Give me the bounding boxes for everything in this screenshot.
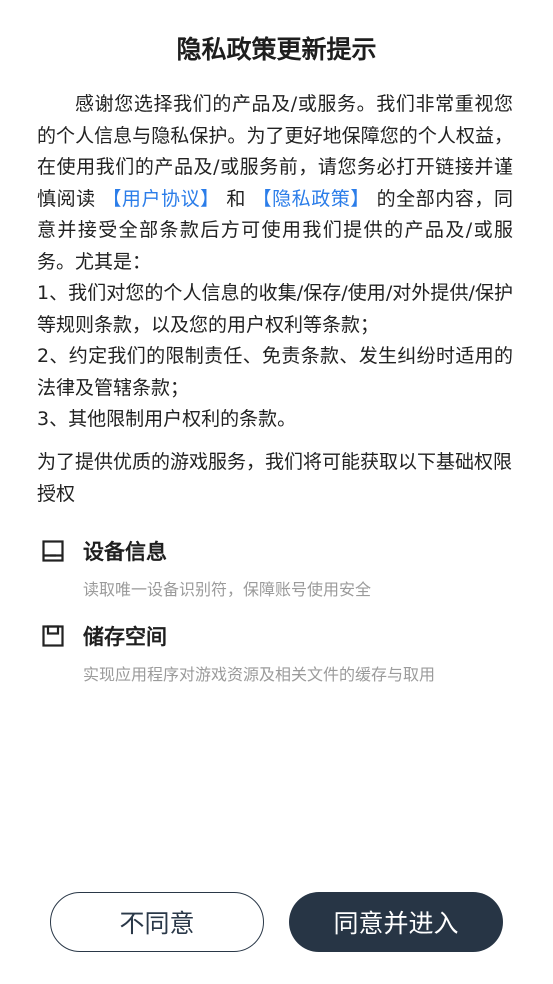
intro-text-block: 感谢您选择我们的产品及/或服务。我们非常重视您的个人信息与隐私保护。为了更好地保… bbox=[37, 89, 513, 436]
permission-desc: 读取唯一设备识别符，保障账号使用安全 bbox=[83, 580, 372, 599]
term-item-1: 1、我们对您的个人信息的收集/保存/使用/对外提供/保护等规则条款，以及您的用户… bbox=[37, 282, 513, 336]
intro-paragraph: 感谢您选择我们的产品及/或服务。我们非常重视您的个人信息与隐私保护。为了更好地保… bbox=[37, 89, 513, 278]
agree-and-enter-button[interactable]: 同意并进入 bbox=[289, 892, 503, 952]
term-item-2: 2、约定我们的限制责任、免责条款、发生纠纷时适用的法律及管辖条款； bbox=[37, 345, 513, 399]
permissions-intro: 为了提供优质的游戏服务，我们将可能获取以下基础权限授权 bbox=[37, 451, 513, 505]
permission-desc: 实现应用程序对游戏资源及相关文件的缓存与取用 bbox=[83, 665, 436, 684]
permission-storage: 储存空间 实现应用程序对游戏资源及相关文件的缓存与取用 bbox=[40, 620, 510, 685]
permission-title: 储存空间 bbox=[83, 625, 167, 649]
storage-icon bbox=[40, 623, 66, 649]
dialog-title: 隐私政策更新提示 bbox=[176, 35, 377, 64]
and-text: 和 bbox=[219, 187, 253, 210]
permission-title: 设备信息 bbox=[83, 540, 167, 564]
disagree-button[interactable]: 不同意 bbox=[50, 892, 264, 952]
agree-button-label: 同意并进入 bbox=[333, 909, 459, 938]
term-item-3: 3、其他限制用户权利的条款。 bbox=[37, 408, 297, 430]
user-agreement-link[interactable]: 【用户协议】 bbox=[102, 188, 219, 210]
disagree-button-label: 不同意 bbox=[119, 909, 195, 938]
privacy-policy-link[interactable]: 【隐私政策】 bbox=[253, 188, 370, 210]
permission-device-info: 设备信息 读取唯一设备识别符，保障账号使用安全 bbox=[40, 535, 510, 600]
device-icon bbox=[40, 538, 66, 564]
